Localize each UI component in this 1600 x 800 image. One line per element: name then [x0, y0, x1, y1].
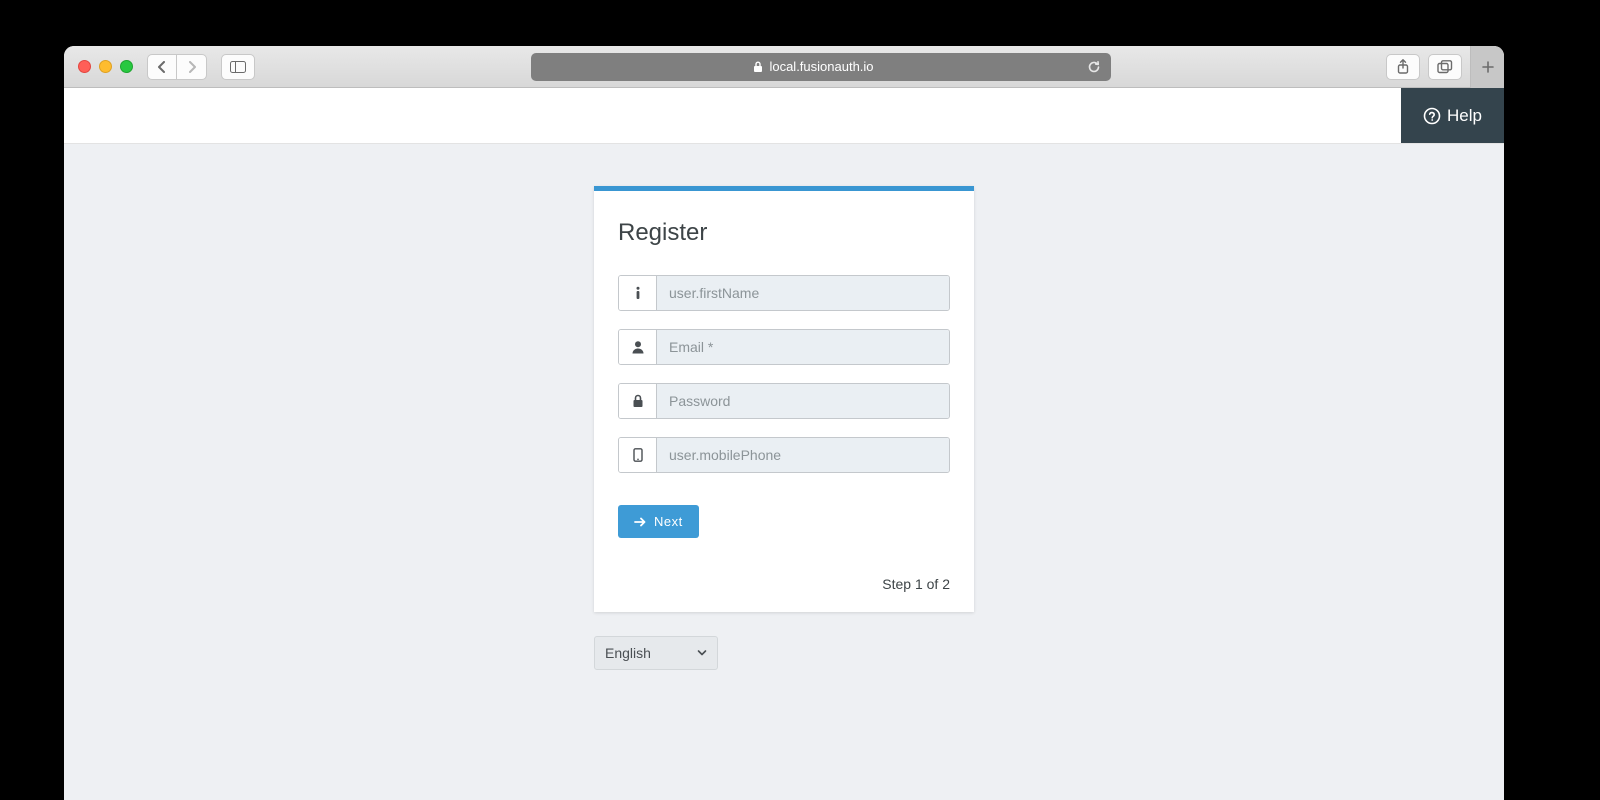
step-indicator: Step 1 of 2 [618, 576, 950, 592]
minimize-window-icon[interactable] [99, 60, 112, 73]
reload-icon[interactable] [1087, 60, 1101, 74]
new-tab-button[interactable] [1470, 46, 1504, 88]
chevron-down-icon [697, 649, 707, 657]
back-button[interactable] [147, 54, 177, 80]
address-bar[interactable]: local.fusionauth.io [531, 53, 1111, 81]
arrow-right-icon [634, 517, 646, 527]
mobile-icon [619, 438, 657, 472]
card-title: Register [618, 219, 950, 247]
language-picker-wrap: English [594, 636, 718, 670]
zoom-window-icon[interactable] [120, 60, 133, 73]
help-button[interactable]: Help [1401, 88, 1504, 143]
email-input[interactable] [657, 330, 949, 364]
phone-field-group [618, 437, 950, 473]
language-select[interactable]: English [594, 636, 718, 670]
info-icon [619, 276, 657, 310]
toolbar-right [1386, 54, 1494, 80]
password-input[interactable] [657, 384, 949, 418]
next-label: Next [654, 514, 683, 529]
address-text: local.fusionauth.io [769, 59, 873, 74]
lock-icon [619, 384, 657, 418]
help-icon [1423, 107, 1441, 125]
app-topbar: Help [64, 88, 1504, 144]
sidebar-toggle-button[interactable] [221, 54, 255, 80]
phone-input[interactable] [657, 438, 949, 472]
first-name-input[interactable] [657, 276, 949, 310]
window-controls [78, 60, 133, 73]
user-icon [619, 330, 657, 364]
email-field-group [618, 329, 950, 365]
nav-buttons [147, 54, 207, 80]
page: Help Register [64, 88, 1504, 800]
lock-icon [753, 61, 763, 73]
tabs-button[interactable] [1428, 54, 1462, 80]
register-card: Register [594, 186, 974, 612]
browser-titlebar: local.fusionauth.io [64, 46, 1504, 88]
share-button[interactable] [1386, 54, 1420, 80]
close-window-icon[interactable] [78, 60, 91, 73]
address-bar-wrap: local.fusionauth.io [263, 53, 1378, 81]
language-selected: English [605, 645, 651, 661]
browser-window: local.fusionauth.io [64, 46, 1504, 800]
first-name-field-group [618, 275, 950, 311]
password-field-group [618, 383, 950, 419]
stage: Register [64, 144, 1504, 670]
next-button[interactable]: Next [618, 505, 699, 538]
forward-button[interactable] [177, 54, 207, 80]
help-label: Help [1447, 106, 1482, 126]
